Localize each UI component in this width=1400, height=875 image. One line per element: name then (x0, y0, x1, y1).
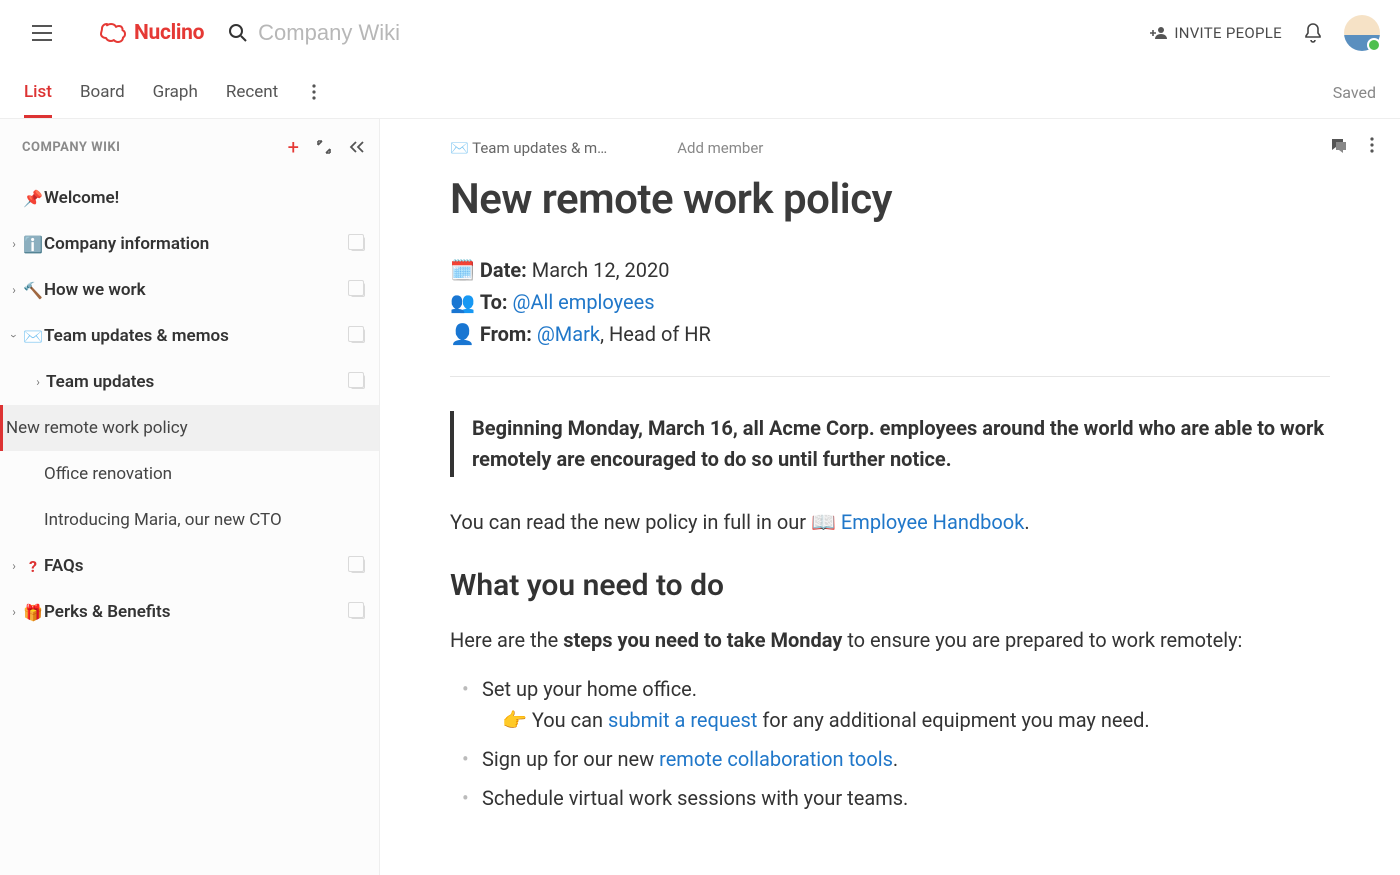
step-1: Set up your home office. 👉 You can submi… (462, 674, 1330, 736)
add-person-icon (1150, 26, 1168, 40)
copy-icon[interactable] (351, 559, 365, 573)
sidebar-item-intro-maria[interactable]: Introducing Maria, our new CTO (0, 497, 379, 543)
chevron-right-icon[interactable]: › (6, 237, 22, 251)
sidebar-item-label: Perks & Benefits (44, 602, 351, 622)
tabs-more-icon[interactable] (306, 78, 322, 106)
saved-status: Saved (1333, 83, 1376, 102)
sidebar-item-faqs[interactable]: › ? FAQs (0, 543, 379, 589)
invite-people-button[interactable]: INVITE PEOPLE (1150, 24, 1282, 42)
comments-icon[interactable] (1330, 137, 1348, 155)
sidebar: COMPANY WIKI + 📌 Welcome! › ℹ️ Compan (0, 119, 380, 875)
chevron-right-icon[interactable]: › (6, 559, 22, 573)
document-content: ✉️ Team updates & m… Add member New remo… (380, 119, 1400, 875)
info-icon: ℹ️ (22, 235, 44, 254)
copy-icon[interactable] (351, 329, 365, 343)
pin-icon: 📌 (22, 189, 44, 208)
sidebar-item-label: How we work (44, 280, 351, 300)
steps-intro: Here are the steps you need to take Mond… (450, 625, 1330, 656)
mention-mark[interactable]: @Mark (537, 322, 600, 346)
step-1a: 👉 You can submit a request for any addit… (482, 705, 1330, 736)
invite-label: INVITE PEOPLE (1174, 24, 1282, 42)
link-submit-request[interactable]: submit a request (608, 708, 757, 732)
sidebar-item-team-updates[interactable]: › Team updates (0, 359, 379, 405)
search-input[interactable] (258, 20, 558, 46)
sidebar-item-label: Team updates (46, 372, 351, 392)
sidebar-item-how-we-work[interactable]: › 🔨 How we work (0, 267, 379, 313)
section-heading: What you need to do (450, 568, 1330, 603)
sidebar-item-perks[interactable]: › 🎁 Perks & Benefits (0, 589, 379, 635)
chevron-right-icon[interactable]: › (30, 375, 46, 389)
question-icon: ? (22, 557, 44, 576)
add-member-button[interactable]: Add member (677, 139, 763, 157)
brain-icon (98, 21, 128, 45)
divider (450, 376, 1330, 377)
copy-icon[interactable] (351, 283, 365, 297)
chevron-right-icon[interactable]: › (6, 605, 22, 619)
logo-text: Nuclino (134, 21, 204, 45)
sidebar-title: COMPANY WIKI (22, 140, 278, 155)
logo[interactable]: Nuclino (98, 21, 204, 45)
step-2: Sign up for our new remote collaboration… (462, 744, 1330, 775)
envelope-icon: ✉️ (22, 327, 44, 346)
doc-more-icon[interactable] (1370, 137, 1374, 155)
search-icon[interactable] (228, 23, 248, 43)
copy-icon[interactable] (351, 237, 365, 251)
hammer-icon: 🔨 (22, 281, 44, 300)
sidebar-item-label: Office renovation (44, 464, 365, 484)
copy-icon[interactable] (351, 605, 365, 619)
sidebar-item-company-info[interactable]: › ℹ️ Company information (0, 221, 379, 267)
collapse-sidebar-icon[interactable] (349, 140, 365, 154)
gift-icon: 🎁 (22, 603, 44, 622)
sidebar-item-team-updates-memos[interactable]: › ✉️ Team updates & memos (0, 313, 379, 359)
sidebar-item-label: New remote work policy (6, 418, 365, 438)
tab-board[interactable]: Board (80, 66, 125, 118)
mention-all-employees[interactable]: @All employees (512, 290, 654, 314)
tab-recent[interactable]: Recent (226, 66, 278, 118)
sidebar-item-label: Team updates & memos (44, 326, 351, 346)
sidebar-item-label: Introducing Maria, our new CTO (44, 510, 365, 530)
step-3: Schedule virtual work sessions with your… (462, 783, 1330, 814)
tab-graph[interactable]: Graph (153, 66, 198, 118)
hamburger-menu[interactable] (24, 15, 60, 51)
sidebar-item-new-remote-policy[interactable]: New remote work policy (0, 405, 379, 451)
sidebar-item-welcome[interactable]: 📌 Welcome! (0, 175, 379, 221)
link-employee-handbook[interactable]: 📖 Employee Handbook (811, 510, 1024, 534)
meta-date: 🗓️ Date: March 12, 2020 (450, 258, 1330, 282)
meta-to: 👥 To: @All employees (450, 290, 1330, 314)
sidebar-item-label: FAQs (44, 556, 351, 576)
expand-icon[interactable] (317, 140, 331, 154)
chevron-right-icon[interactable]: › (6, 283, 22, 297)
sidebar-item-office-renovation[interactable]: Office renovation (0, 451, 379, 497)
callout: Beginning Monday, March 16, all Acme Cor… (450, 411, 1330, 477)
link-remote-tools[interactable]: remote collaboration tools (659, 747, 893, 771)
handbook-paragraph: You can read the new policy in full in o… (450, 507, 1330, 538)
chevron-down-icon[interactable]: › (7, 328, 21, 344)
meta-from: 👤 From: @Mark, Head of HR (450, 322, 1330, 346)
avatar[interactable] (1344, 15, 1380, 51)
sidebar-item-label: Welcome! (44, 188, 365, 208)
tab-list[interactable]: List (24, 66, 52, 118)
sidebar-item-label: Company information (44, 234, 351, 254)
page-title: New remote work policy (450, 175, 1330, 224)
breadcrumb[interactable]: ✉️ Team updates & m… (450, 139, 607, 157)
new-page-button[interactable]: + (288, 135, 299, 159)
copy-icon[interactable] (351, 375, 365, 389)
notifications-button[interactable] (1304, 23, 1322, 43)
